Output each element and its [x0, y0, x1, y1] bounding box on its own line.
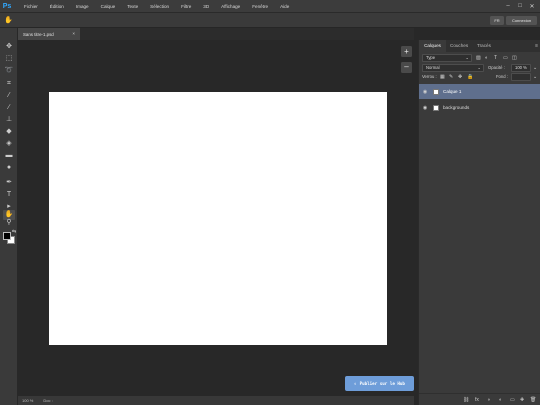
- menu-edition[interactable]: Édition: [44, 4, 70, 9]
- layer-row[interactable]: ◉ Calque 1: [419, 84, 540, 99]
- connexion-button[interactable]: Connexion: [506, 16, 537, 25]
- panel-menu-icon[interactable]: ≡: [535, 40, 538, 52]
- move-tool-icon[interactable]: ✥: [3, 42, 15, 52]
- brush-tool-icon[interactable]: ∕: [3, 103, 15, 113]
- bucket-tool-icon[interactable]: ◈: [3, 139, 15, 149]
- layer-thumbnail: [433, 104, 439, 111]
- opacity-label: Opacité :: [488, 65, 505, 70]
- blur-tool-icon[interactable]: ●: [3, 163, 15, 173]
- swap-colors-icon[interactable]: ⇆: [12, 229, 16, 235]
- crop-tool-icon[interactable]: ⌗: [3, 79, 15, 89]
- filter-adjustment-icon[interactable]: ◐: [485, 54, 488, 62]
- filter-smart-object-icon[interactable]: ◫: [512, 54, 517, 62]
- eyedropper-tool-icon[interactable]: ⁄: [3, 91, 15, 101]
- lasso-tool-icon[interactable]: ➰: [3, 66, 15, 76]
- menu-fichier[interactable]: Fichier: [14, 4, 44, 9]
- lock-label: Verrou :: [422, 74, 437, 79]
- hand-icon[interactable]: ✋: [4, 16, 13, 25]
- layers-panel-footer: ⛓ fx ◑ ◐ ▭ ✚ 🗑: [419, 393, 540, 405]
- layer-name: Calque 1: [443, 89, 462, 94]
- upload-icon: ⇪: [354, 381, 357, 386]
- menu-filtre[interactable]: Filtre: [175, 4, 197, 9]
- document-tab[interactable]: Sans titre-1.psd ×: [18, 28, 80, 40]
- new-layer-icon[interactable]: ✚: [520, 394, 524, 405]
- opacity-field[interactable]: 100 %: [511, 64, 531, 72]
- maximize-icon[interactable]: □: [514, 3, 526, 9]
- document-tab-title: Sans titre-1.psd: [23, 31, 54, 37]
- tab-couches[interactable]: Couches: [450, 40, 468, 52]
- tab-calques[interactable]: Calques: [419, 40, 446, 52]
- menu-image[interactable]: Image: [70, 4, 95, 9]
- filter-shape-icon[interactable]: ▭: [503, 54, 508, 62]
- zoom-out-button[interactable]: –: [401, 62, 412, 73]
- publish-hub-label: Publier sur le Hub: [359, 381, 405, 386]
- close-icon[interactable]: ✕: [526, 3, 538, 10]
- panel-tabs: Calques Couches Tracés ≡: [419, 40, 540, 52]
- eraser-tool-icon[interactable]: ◆: [3, 127, 15, 137]
- zoom-in-button[interactable]: +: [401, 46, 412, 57]
- document-tab-bar: Sans titre-1.psd ×: [18, 28, 414, 40]
- layer-filter-value: Type: [426, 55, 436, 60]
- zoom-tool-icon[interactable]: ⚲: [3, 218, 15, 228]
- layer-name: backgrounds: [443, 105, 470, 110]
- blend-mode-select[interactable]: Normal ⌄: [422, 64, 484, 72]
- trash-icon[interactable]: 🗑: [530, 394, 536, 405]
- close-icon[interactable]: ×: [72, 28, 75, 40]
- chevron-right-icon[interactable]: ⌄: [533, 64, 537, 72]
- link-layers-icon[interactable]: ⛓: [463, 394, 469, 405]
- options-bar: ✋ FR Connexion: [0, 12, 540, 28]
- menu-texte[interactable]: Texte: [121, 4, 144, 9]
- window-controls: – □ ✕: [502, 0, 538, 12]
- lock-all-icon[interactable]: 🔒: [467, 73, 473, 81]
- foreground-color-swatch[interactable]: [3, 232, 11, 240]
- document-canvas[interactable]: [49, 92, 387, 345]
- tools-panel: ✥ ⬚ ➰ ⌗ ⁄ ∕ ⊥ ◆ ◈ ▬ ● ✒ T ▸ ✋ ⚲ ⇆: [0, 28, 18, 405]
- layer-mask-icon[interactable]: ◑: [487, 394, 490, 405]
- visibility-eye-icon[interactable]: ◉: [419, 105, 431, 111]
- pen-tool-icon[interactable]: ✒: [3, 178, 15, 188]
- fill-label: Fond :: [496, 74, 508, 79]
- blend-mode-value: Normal: [426, 65, 440, 70]
- layer-thumbnail: [433, 88, 439, 95]
- status-bar: 100 % Doc :: [18, 396, 414, 405]
- new-group-icon[interactable]: ▭: [510, 394, 515, 405]
- filter-text-icon[interactable]: T: [494, 54, 497, 62]
- chevron-down-icon: ⌄: [477, 65, 481, 70]
- menu-fenetre[interactable]: Fenêtre: [246, 4, 274, 9]
- document-info[interactable]: Doc :: [43, 398, 52, 403]
- menu-3d[interactable]: 3D: [197, 4, 215, 9]
- gradient-tool-icon[interactable]: ▬: [3, 151, 15, 161]
- tab-traces[interactable]: Tracés: [477, 40, 491, 52]
- stamp-tool-icon[interactable]: ⊥: [3, 115, 15, 125]
- publish-hub-button[interactable]: ⇪ Publier sur le Hub: [345, 376, 414, 391]
- menu-bar: Ps Fichier Édition Image Calque Texte Sé…: [0, 0, 540, 12]
- visibility-eye-icon[interactable]: ◉: [419, 89, 431, 95]
- layer-style-icon[interactable]: fx: [475, 394, 479, 405]
- filter-pixel-icon[interactable]: ▨: [476, 54, 481, 62]
- chevron-down-icon: ⌄: [465, 55, 469, 60]
- lock-brush-icon[interactable]: ✎: [449, 73, 453, 81]
- menu-affichage[interactable]: Affichage: [215, 4, 246, 9]
- layers-panel: Calques Couches Tracés ≡ Type ⌄ ▨ ◐ T ▭ …: [418, 40, 540, 405]
- lock-position-icon[interactable]: ✥: [458, 73, 462, 81]
- menu-calque[interactable]: Calque: [95, 4, 122, 9]
- adjustment-layer-icon[interactable]: ◐: [499, 394, 502, 405]
- canvas-area[interactable]: + – ⇪ Publier sur le Hub: [18, 40, 414, 396]
- photoshop-logo[interactable]: Ps: [0, 3, 14, 10]
- text-tool-icon[interactable]: T: [3, 190, 15, 200]
- menu-aide[interactable]: Aide: [274, 4, 295, 9]
- chevron-right-icon[interactable]: ⌄: [533, 73, 537, 81]
- fill-field[interactable]: [511, 73, 531, 81]
- marquee-tool-icon[interactable]: ⬚: [3, 54, 15, 64]
- language-button[interactable]: FR: [490, 16, 504, 25]
- layer-row[interactable]: ◉ backgrounds: [419, 100, 540, 115]
- menu-selection[interactable]: Sélection: [144, 4, 175, 9]
- lock-pixels-icon[interactable]: ▦: [440, 73, 445, 81]
- minimize-icon[interactable]: –: [502, 3, 514, 9]
- zoom-level[interactable]: 100 %: [22, 398, 33, 403]
- layer-filter-select[interactable]: Type ⌄: [422, 54, 472, 62]
